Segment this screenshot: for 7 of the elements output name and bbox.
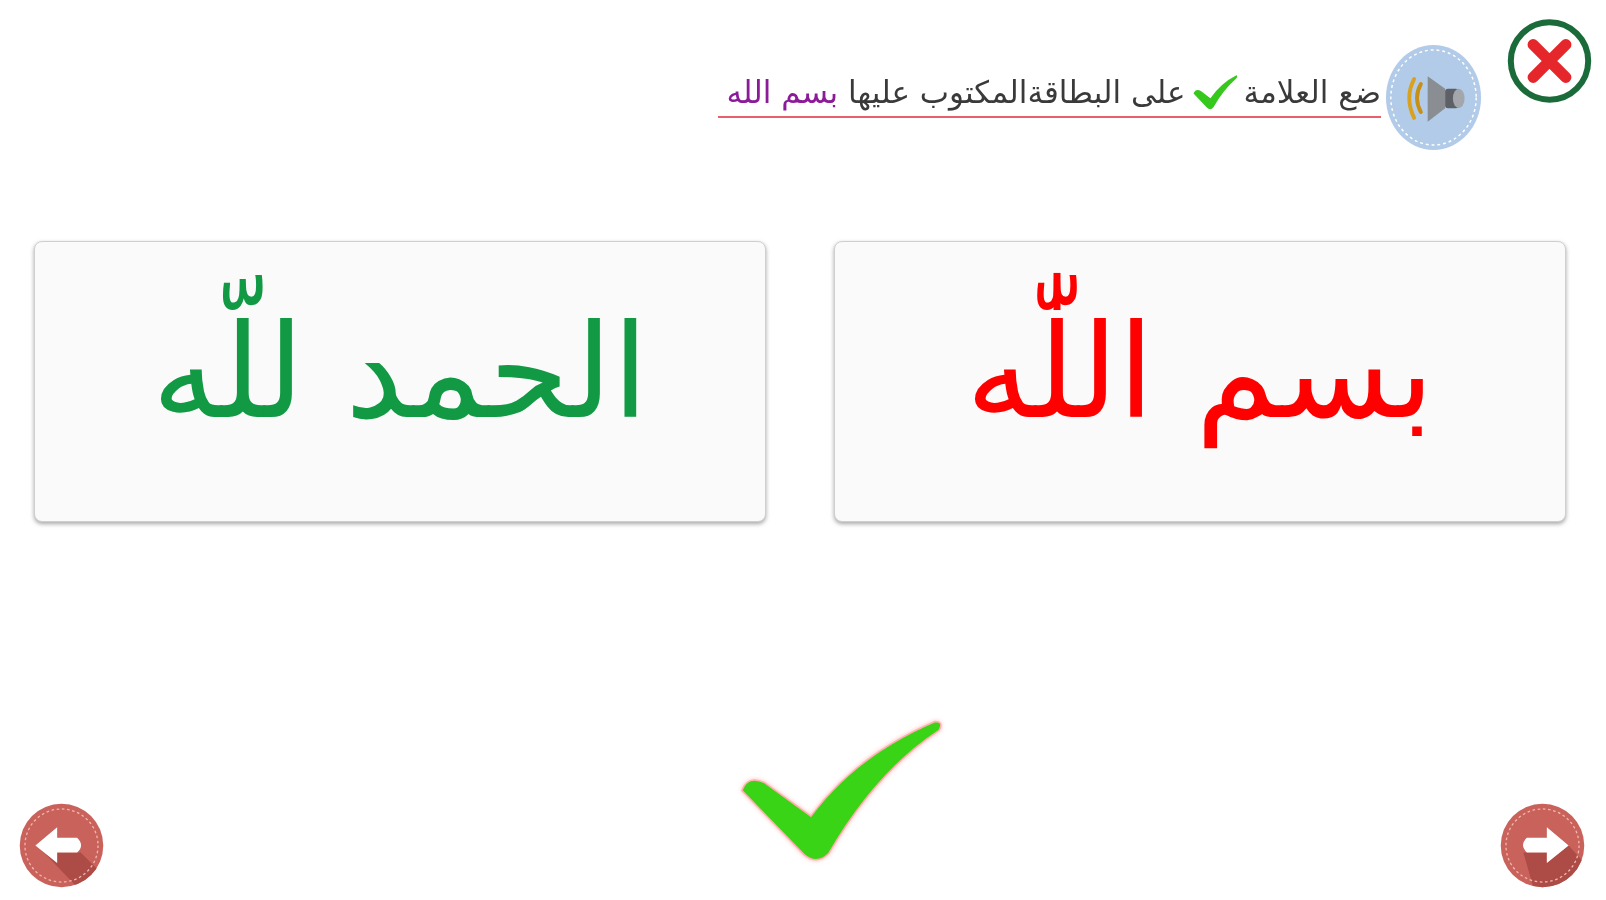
- answer-card[interactable]: الحمد للّه: [34, 241, 766, 522]
- check-icon: [1191, 73, 1238, 112]
- instruction-text: ضع العلامة: [1243, 73, 1381, 113]
- answer-card[interactable]: بسم اللّٰه: [834, 241, 1566, 522]
- speaker-icon[interactable]: [1385, 43, 1482, 152]
- close-icon[interactable]: [1506, 18, 1593, 104]
- instruction-text: على البطاقةالمكتوب عليها بسم الله: [726, 73, 1186, 113]
